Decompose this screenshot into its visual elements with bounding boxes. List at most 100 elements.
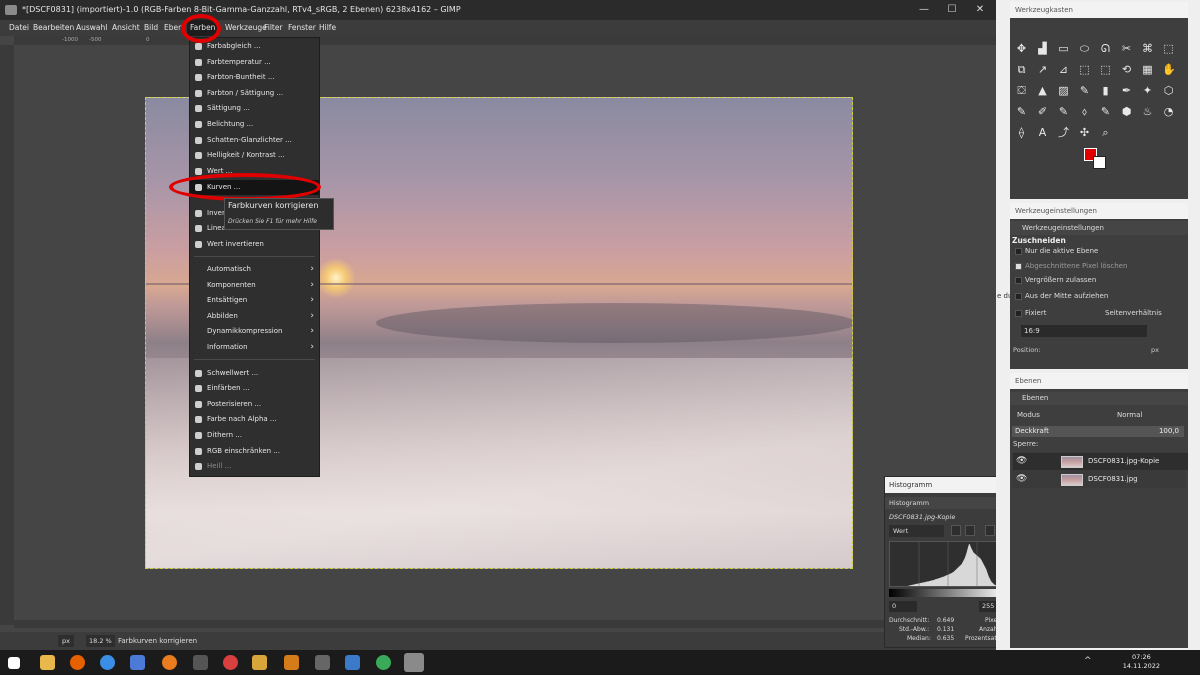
tool-icon[interactable]: ⛋ — [1015, 84, 1028, 97]
horizontal-scrollbar[interactable] — [14, 620, 884, 628]
menu-item-farbe-nach-alpha[interactable]: Farbe nach Alpha ... — [190, 412, 319, 427]
gimp-taskbar-icon[interactable] — [404, 653, 424, 672]
menu-item-helligkeit-kontrast[interactable]: Helligkeit / Kontrast ... — [190, 148, 319, 163]
eye-icon[interactable]: 👁 — [1016, 453, 1027, 470]
app-icon[interactable] — [252, 655, 267, 670]
menu-item-posterisieren[interactable]: Posterisieren ... — [190, 397, 319, 412]
menu-item-rgb-einschraenken[interactable]: RGB einschränken ... — [190, 444, 319, 459]
tool-icon[interactable]: ▦ — [1141, 63, 1154, 76]
tool-options-tab[interactable]: Werkzeugeinstellungen — [1010, 221, 1188, 235]
tool-icon[interactable]: A — [1036, 126, 1049, 139]
menu-hilfe[interactable]: Hilfe — [319, 20, 336, 36]
menu-item-automatisch[interactable]: Automatisch › — [190, 262, 319, 277]
chrome-icon[interactable] — [100, 655, 115, 670]
tool-icon[interactable]: ⊿ — [1057, 63, 1070, 76]
tool-icon[interactable]: ⬭ — [1078, 42, 1091, 55]
tray-chevron-icon[interactable]: ^ — [1084, 656, 1092, 666]
tool-icon[interactable]: ✋ — [1162, 63, 1176, 76]
menu-item-abbilden[interactable]: Abbilden › — [190, 309, 319, 324]
tool-icon[interactable]: ↗ — [1036, 63, 1049, 76]
firefox-icon[interactable] — [70, 655, 85, 670]
tool-icon[interactable]: ⌕ — [1099, 126, 1112, 139]
app-icon[interactable] — [130, 655, 145, 670]
menu-item-farbton-saettigung[interactable]: Farbton / Sättigung ... — [190, 86, 319, 101]
channel-select[interactable]: Wert — [889, 525, 944, 537]
tool-icon[interactable]: ✒ — [1120, 84, 1133, 97]
menu-item-schatten-glanzlichter[interactable]: Schatten-Glanzlichter ... — [190, 133, 319, 148]
file-explorer-icon[interactable] — [40, 655, 55, 670]
menu-item-entsaettigen[interactable]: Entsättigen › — [190, 293, 319, 308]
tool-icon[interactable]: ◔ — [1162, 105, 1175, 118]
menu-item-einfaerben[interactable]: Einfärben ... — [190, 381, 319, 396]
position-unit[interactable]: px — [1151, 346, 1159, 354]
menu-datei[interactable]: Datei — [9, 20, 29, 36]
tool-icon[interactable]: ✂ — [1120, 42, 1133, 55]
histogram-tab[interactable]: Histogramm — [885, 497, 1009, 509]
tool-icon[interactable]: ⬡ — [1162, 84, 1175, 97]
app-icon[interactable] — [193, 655, 208, 670]
tool-icon[interactable]: ♨ — [1141, 105, 1154, 118]
tool-icon[interactable]: ▭ — [1057, 42, 1070, 55]
log-histogram-button[interactable] — [965, 525, 975, 536]
mode-select[interactable]: Normal — [1117, 411, 1142, 419]
range-min-field[interactable]: 0 — [889, 601, 917, 612]
tool-icon[interactable]: ⬚ — [1078, 63, 1091, 76]
menu-item-dithern[interactable]: Dithern ... — [190, 428, 319, 443]
tool-icon[interactable]: ▲ — [1036, 84, 1049, 97]
tool-icon[interactable]: ✎ — [1057, 105, 1070, 118]
menu-fenster[interactable]: Fenster — [288, 20, 316, 36]
tool-icon[interactable]: ▮ — [1099, 84, 1112, 97]
tool-icon[interactable]: ⟲ — [1120, 63, 1133, 76]
menu-item-komponenten[interactable]: Komponenten › — [190, 278, 319, 293]
menu-item-information[interactable]: Information › — [190, 340, 319, 355]
menu-item-heill[interactable]: Heill ... — [190, 459, 319, 474]
linear-histogram-button[interactable] — [951, 525, 961, 536]
app-icon[interactable] — [376, 655, 391, 670]
app-icon[interactable] — [345, 655, 360, 670]
menu-item-saettigung[interactable]: Sättigung ... — [190, 101, 319, 116]
layer-row-kopie[interactable]: 👁 DSCF0831.jpg-Kopie — [1013, 453, 1188, 470]
menu-item-belichtung[interactable]: Belichtung ... — [190, 117, 319, 132]
maximize-button[interactable]: ☐ — [938, 0, 966, 20]
tool-icon[interactable]: ✣ — [1078, 126, 1091, 139]
minimize-button[interactable]: — — [910, 0, 938, 20]
fixed-mode-select[interactable]: Seitenverhältnis — [1105, 307, 1162, 320]
menu-auswahl[interactable]: Auswahl — [76, 20, 107, 36]
windows-start-icon[interactable] — [8, 657, 20, 669]
tool-icon[interactable]: ⟠ — [1015, 126, 1028, 139]
tool-icon[interactable]: ⤴ — [1057, 126, 1070, 139]
opacity-slider[interactable]: Deckkraft 100,0 — [1012, 426, 1184, 437]
taskbar-clock[interactable]: 07:26 14.11.2022 — [1123, 653, 1160, 671]
tool-icon[interactable]: ⬢ — [1120, 105, 1133, 118]
tool-icon[interactable]: ⧉ — [1015, 63, 1028, 76]
aspect-ratio-field[interactable]: 16:9 — [1021, 325, 1147, 337]
menu-bild[interactable]: Bild — [144, 20, 158, 36]
menu-item-farbton-buntheit[interactable]: Farbton-Buntheit ... — [190, 70, 319, 85]
tool-icon[interactable]: ⬨ — [1078, 105, 1091, 118]
tool-icon[interactable]: ▟ — [1036, 42, 1049, 55]
menu-filter[interactable]: Filter — [264, 20, 283, 36]
menu-item-dynamikkompression[interactable]: Dynamikkompression › — [190, 324, 319, 339]
unit-select[interactable]: px — [58, 635, 74, 647]
background-color-swatch[interactable] — [1093, 156, 1106, 169]
tool-icon[interactable]: ⌘ — [1141, 42, 1154, 55]
close-button[interactable]: ✕ — [966, 0, 994, 20]
menu-item-wert-invertieren[interactable]: Wert invertieren — [190, 237, 319, 252]
menu-item-farbtemperatur[interactable]: Farbtemperatur ... — [190, 55, 319, 70]
zoom-select[interactable]: 18.2 % — [86, 635, 115, 647]
tool-icon[interactable]: ✐ — [1036, 105, 1049, 118]
menu-bearbeiten[interactable]: Bearbeiten — [33, 20, 74, 36]
option-fixed[interactable]: Fixiert Seitenverhältnis — [1013, 307, 1178, 320]
layers-tab[interactable]: Ebenen — [1010, 392, 1188, 405]
tool-icon[interactable]: ✎ — [1015, 105, 1028, 118]
vertical-ruler[interactable] — [0, 45, 14, 625]
horizontal-ruler[interactable]: -1000 -500 0 500 1000 — [14, 36, 996, 45]
tool-icon[interactable]: ⬚ — [1162, 42, 1175, 55]
menu-werkzeuge[interactable]: Werkzeuge — [225, 20, 267, 36]
histogram-plot[interactable] — [889, 541, 1007, 587]
app-icon[interactable] — [315, 655, 330, 670]
tool-icon[interactable]: ✎ — [1078, 84, 1091, 97]
tool-icon[interactable]: ᘏ — [1099, 42, 1112, 55]
menu-item-schwellwert[interactable]: Schwellwert ... — [190, 366, 319, 381]
tool-icon[interactable]: ✥ — [1015, 42, 1028, 55]
